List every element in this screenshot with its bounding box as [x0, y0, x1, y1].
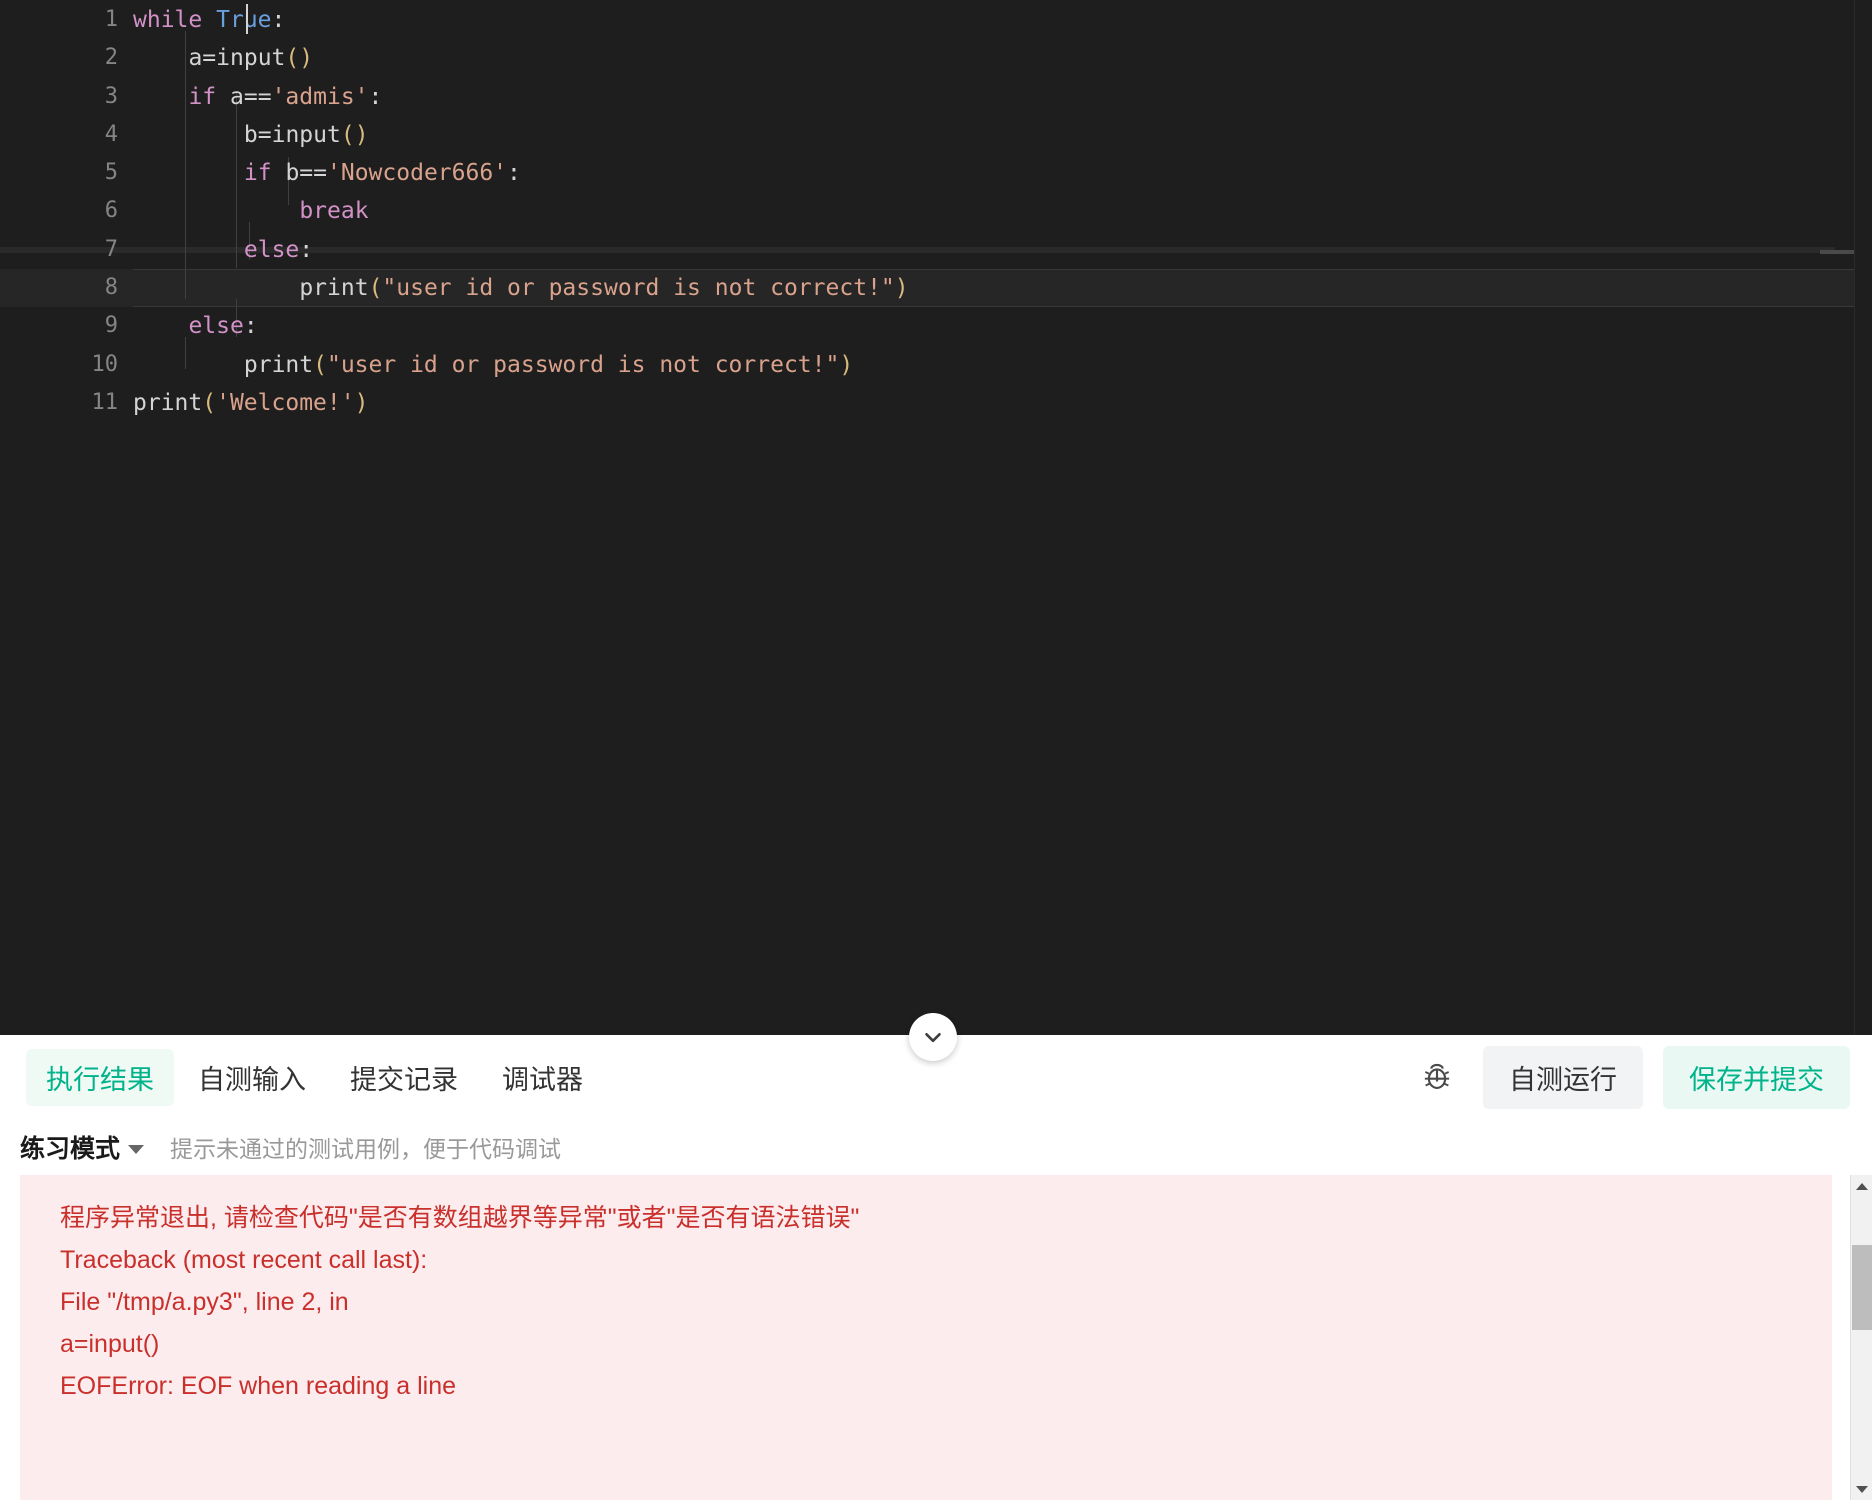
- mode-bar: 练习模式 提示未通过的测试用例，便于代码调试: [0, 1119, 1872, 1175]
- code-line-text[interactable]: print("user id or password is not correc…: [118, 346, 853, 384]
- toolbar-actions: 自测运行 保存并提交: [1411, 1046, 1850, 1109]
- code-line-text[interactable]: if a=='admis':: [118, 78, 382, 116]
- console-panel: 执行结果自测输入提交记录调试器: [0, 1035, 1872, 1500]
- code-editor[interactable]: 1while True:2 a=input()3 if a=='admis':4…: [0, 0, 1872, 1035]
- code-line-text[interactable]: a=input(): [118, 39, 313, 77]
- scrollbar-thumb[interactable]: [1852, 1245, 1872, 1330]
- mode-hint-text: 提示未通过的测试用例，便于代码调试: [170, 1130, 561, 1164]
- triangle-up-icon: [1856, 1183, 1868, 1190]
- code-line[interactable]: 4 b=input(): [0, 116, 1872, 154]
- line-number: 2: [0, 39, 118, 77]
- chevron-down-icon: [920, 1024, 946, 1050]
- code-line[interactable]: 2 a=input(): [0, 39, 1872, 77]
- code-line-text[interactable]: break: [118, 192, 369, 230]
- code-line[interactable]: 11print('Welcome!'): [0, 384, 1872, 422]
- mode-label: 练习模式: [20, 1129, 120, 1165]
- code-line[interactable]: 3 if a=='admis':: [0, 78, 1872, 116]
- code-line-text[interactable]: while True:: [118, 1, 285, 39]
- console-tabs[interactable]: 执行结果自测输入提交记录调试器: [26, 1049, 603, 1106]
- line-number: 9: [0, 307, 118, 345]
- output-line: 程序异常退出, 请检查代码"是否有数组越界等异常"或者"是否有语法错误": [60, 1197, 1832, 1239]
- code-line[interactable]: 5 if b=='Nowcoder666':: [0, 154, 1872, 192]
- line-number: 1: [0, 1, 118, 39]
- execution-output: 程序异常退出, 请检查代码"是否有数组越界等异常"或者"是否有语法错误"Trac…: [20, 1175, 1832, 1500]
- code-line-text[interactable]: print('Welcome!'): [118, 384, 368, 422]
- output-line: a=input(): [60, 1323, 1832, 1365]
- editor-horizontal-scrollbar-thumb[interactable]: [1820, 250, 1854, 254]
- debugger-button[interactable]: [1411, 1051, 1463, 1103]
- code-practice-page: 1while True:2 a=input()3 if a=='admis':4…: [0, 0, 1872, 1500]
- line-number: 10: [0, 346, 118, 384]
- bug-icon: [1419, 1059, 1455, 1095]
- code-line-text[interactable]: print("user id or password is not correc…: [118, 269, 909, 307]
- code-line-text[interactable]: else:: [118, 307, 258, 345]
- line-number: 6: [0, 192, 118, 230]
- code-line-text[interactable]: b=input(): [118, 116, 369, 154]
- triangle-down-icon: [1856, 1486, 1868, 1493]
- code-line[interactable]: 9 else:: [0, 307, 1872, 345]
- tab-2[interactable]: 提交记录: [330, 1049, 478, 1106]
- editor-minimap-rail[interactable]: [1854, 0, 1872, 1035]
- tab-1[interactable]: 自测输入: [178, 1049, 326, 1106]
- code-line[interactable]: 6 break: [0, 192, 1872, 230]
- output-right-gap: [1832, 1175, 1850, 1500]
- line-number: 7: [0, 231, 118, 269]
- collapse-console-button[interactable]: [909, 1013, 957, 1061]
- code-line-text[interactable]: if b=='Nowcoder666':: [118, 154, 521, 192]
- self-test-run-button[interactable]: 自测运行: [1483, 1046, 1643, 1109]
- line-number: 11: [0, 384, 118, 422]
- code-line[interactable]: 8 print("user id or password is not corr…: [0, 269, 1872, 307]
- text-cursor: [246, 4, 248, 34]
- tab-3[interactable]: 调试器: [482, 1049, 603, 1106]
- scroll-up-button[interactable]: [1851, 1175, 1872, 1197]
- output-line: Traceback (most recent call last):: [60, 1239, 1832, 1281]
- code-line[interactable]: 10 print("user id or password is not cor…: [0, 346, 1872, 384]
- line-number: 3: [0, 78, 118, 116]
- save-and-submit-button[interactable]: 保存并提交: [1663, 1046, 1850, 1109]
- code-line[interactable]: 1while True:: [0, 1, 1872, 39]
- output-area-wrapper: 程序异常退出, 请检查代码"是否有数组越界等异常"或者"是否有语法错误"Trac…: [0, 1175, 1872, 1500]
- output-vertical-scrollbar[interactable]: [1850, 1175, 1872, 1500]
- line-number: 5: [0, 154, 118, 192]
- output-line: EOFError: EOF when reading a line: [60, 1365, 1832, 1407]
- output-line: File "/tmp/a.py3", line 2, in: [60, 1281, 1832, 1323]
- line-number: 8: [0, 269, 118, 307]
- line-number: 4: [0, 116, 118, 154]
- tab-0[interactable]: 执行结果: [26, 1049, 174, 1106]
- mode-dropdown-icon[interactable]: [128, 1145, 144, 1154]
- scroll-down-button[interactable]: [1851, 1478, 1872, 1500]
- code-lines-container[interactable]: 1while True:2 a=input()3 if a=='admis':4…: [0, 0, 1872, 1035]
- code-line-text[interactable]: else:: [118, 231, 313, 269]
